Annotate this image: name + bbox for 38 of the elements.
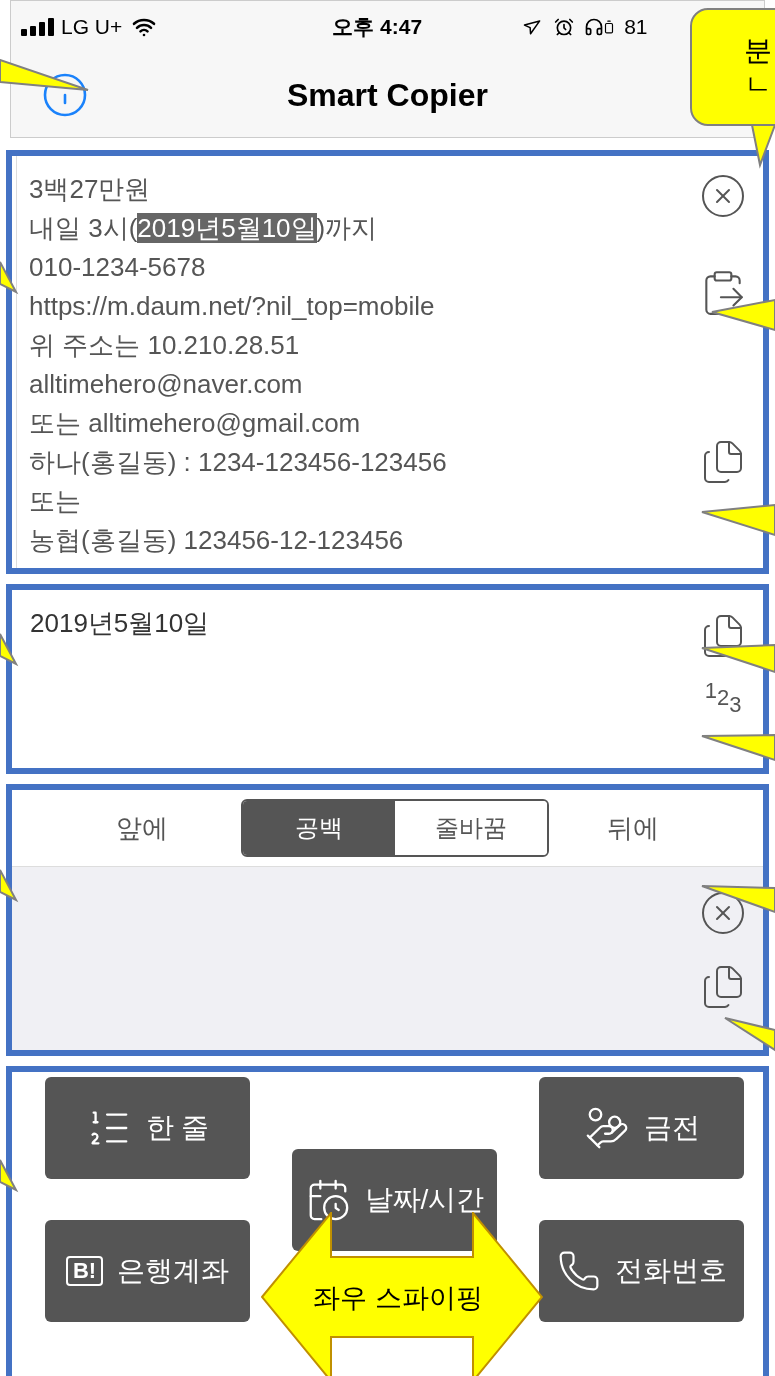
after-label: 뒤에 [607, 811, 659, 845]
category-button[interactable]: 금전 [539, 1077, 744, 1179]
clock-label: 오후 4:47 [332, 13, 423, 40]
category-button[interactable]: B! 은행계좌 [45, 1220, 250, 1322]
text-line: alltimehero@naver.com [29, 368, 303, 401]
text-line: 농협(홍길동) 123456-12-123456 [29, 524, 404, 557]
callout-pointer [0, 1159, 19, 1193]
callout-pointer [0, 261, 19, 295]
category-button[interactable]: 전화번호 [539, 1220, 744, 1322]
text-line: 3백27만원 [29, 173, 151, 206]
carrier-label: LG U+ [61, 13, 123, 40]
arrow-label: 좌우 스파이핑 [313, 1282, 483, 1315]
text-line: 하나(홍길동) : 1234-123456-123456 [29, 446, 447, 479]
bank-badge-icon: B! [65, 1256, 104, 1286]
category-button[interactable]: 날짜/시간 [292, 1148, 497, 1251]
app-title: Smart Copier [287, 75, 488, 115]
segment-tab[interactable]: 공백 [243, 801, 395, 855]
result-text: 2019년5월10일 [29, 607, 211, 640]
callout-text: 분 [744, 34, 772, 68]
clear-button[interactable] [699, 172, 747, 220]
callout-pointer [0, 633, 19, 667]
text-line: 또는 alltimehero@gmail.com [29, 407, 361, 440]
text-line: https://m.daum.net/?nil_top=mobile [29, 290, 435, 323]
battery-label: 81 [624, 13, 648, 40]
callout-pointer [724, 1017, 775, 1052]
signal-icon [21, 17, 57, 36]
number-button[interactable]: 123 [704, 680, 742, 716]
callout-pointer [0, 869, 19, 903]
text-line: 또는 [29, 485, 81, 518]
before-label: 앞에 [116, 811, 169, 845]
callout-pointer [711, 298, 775, 332]
headphones-icon [584, 16, 605, 37]
alarm-icon [554, 16, 575, 37]
category-button[interactable]: 한 줄 [45, 1077, 250, 1179]
text-line: 내일 3시(2019년5월10일)까지 [29, 212, 378, 245]
callout-text: ㄴ [744, 68, 772, 102]
text-line: 010-1234-5678 [29, 251, 206, 284]
text-line: 위 주소는 10.210.28.51 [29, 329, 300, 362]
